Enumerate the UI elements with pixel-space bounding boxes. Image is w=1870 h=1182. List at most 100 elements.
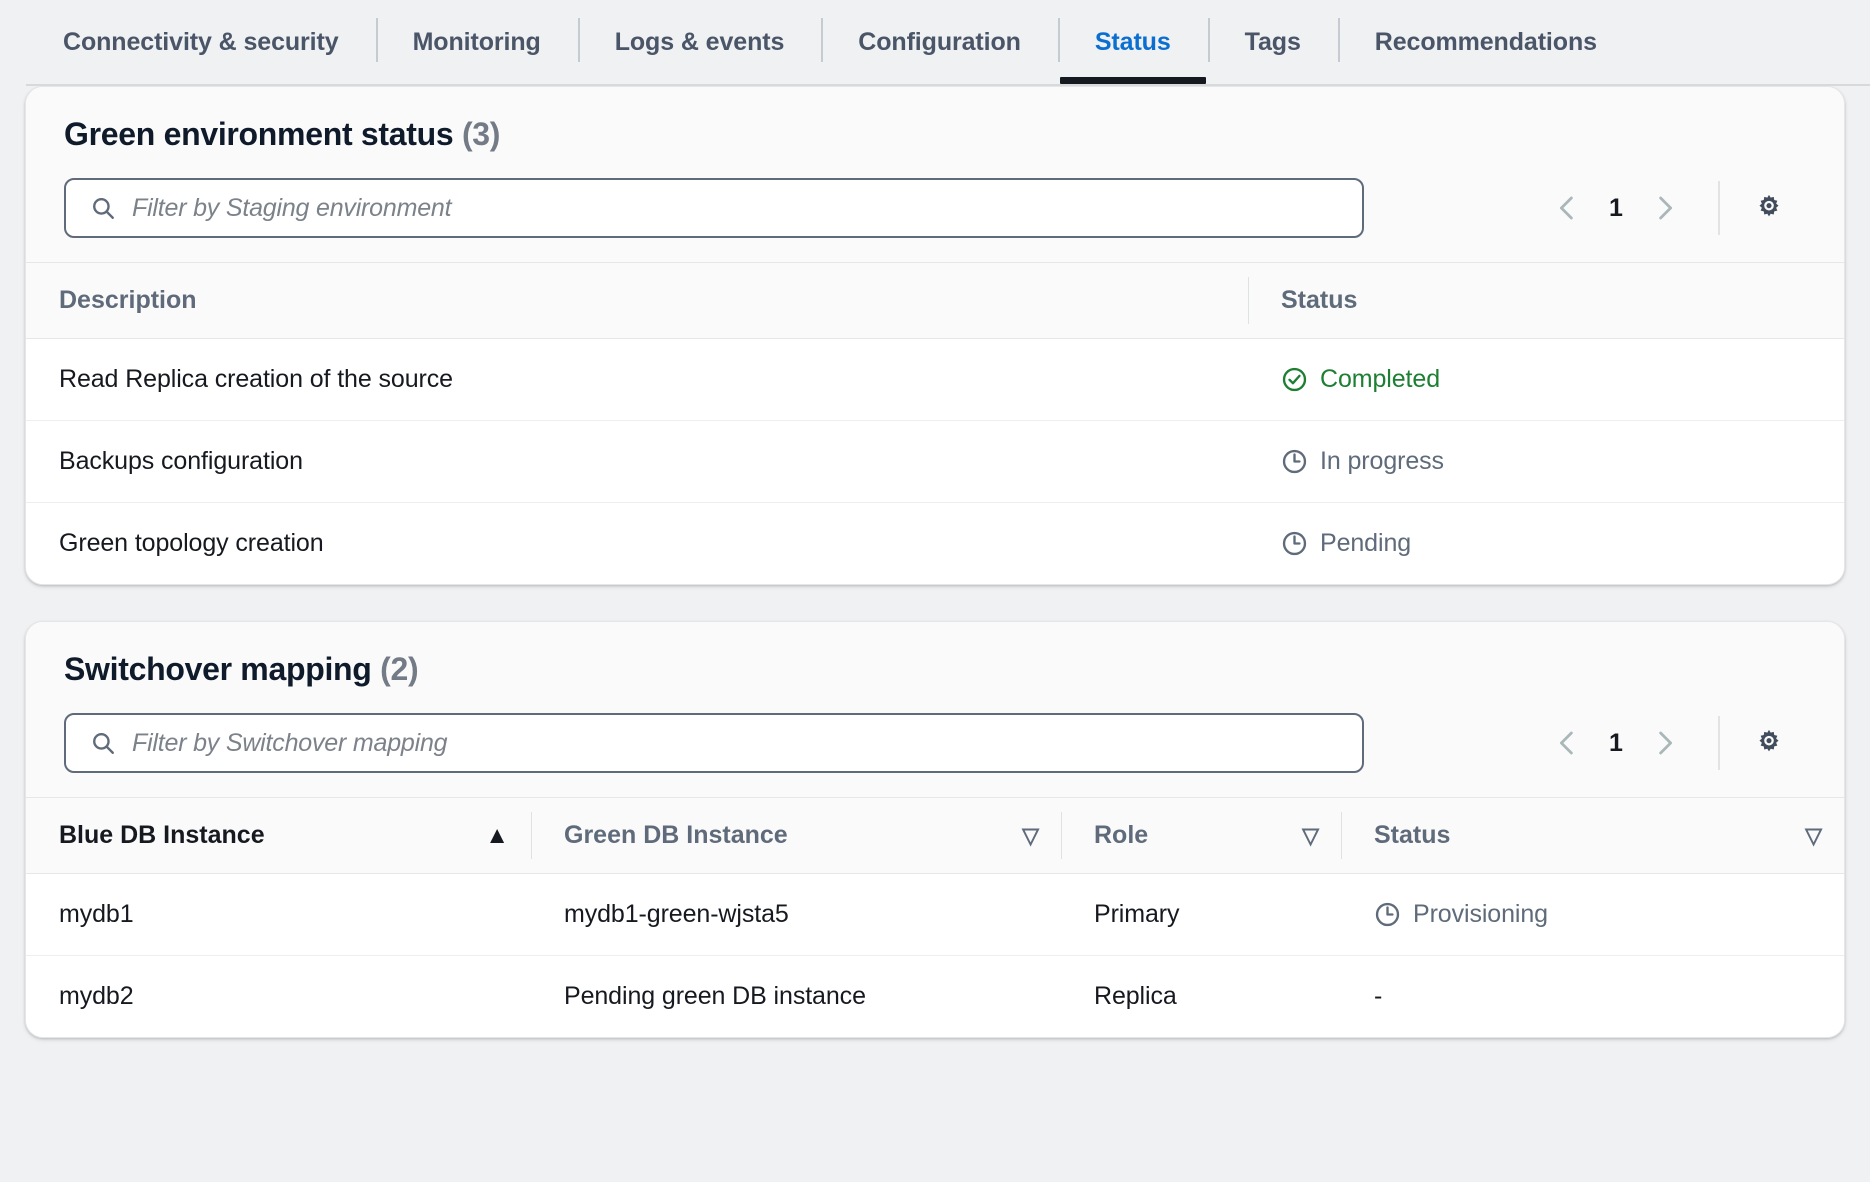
check-circle-icon [1281,366,1308,393]
tab-label: Connectivity & security [63,28,339,57]
chevron-right-icon [1650,728,1680,758]
pagination: 1 [1540,713,1806,773]
toolbar-divider [1718,716,1720,770]
card-title-text: Switchover mapping [64,651,372,687]
chevron-right-icon [1650,193,1680,223]
column-header-label: Role [1094,821,1148,850]
column-header-description[interactable]: Description [26,263,1248,339]
cell-green-db-instance: Pending green DB instance [531,956,1061,1038]
next-page-button[interactable] [1638,181,1692,235]
cell-blue-db-instance: mydb1 [26,874,531,956]
table-row: Green topology creation Pending [26,503,1844,585]
table-header-row: Blue DB Instance ▲ Green DB Instance ▽ R… [26,798,1844,874]
cell-status: Completed [1248,339,1844,421]
switchover-mapping-table: Blue DB Instance ▲ Green DB Instance ▽ R… [26,797,1844,1037]
column-header-green-db-instance[interactable]: Green DB Instance ▽ [531,798,1061,874]
table-preferences-button[interactable] [1742,181,1796,235]
tab-configuration[interactable]: Configuration [821,0,1058,84]
tab-bar-divider [26,84,1870,86]
page-number-1[interactable]: 1 [1594,194,1638,223]
card-title-count: (3) [462,116,500,152]
search-icon [90,730,116,756]
tab-bar: Connectivity & security Monitoring Logs … [0,0,1870,86]
search-icon [90,195,116,221]
search-placeholder: Filter by Staging environment [132,194,451,223]
tab-label: Status [1095,28,1171,57]
section-title: Switchover mapping (2) [64,652,1806,687]
toolbar-divider [1718,181,1720,235]
card-header: Switchover mapping (2) Filter by Switcho… [26,622,1844,797]
card-header: Green environment status (3) Filter by S… [26,87,1844,262]
cell-description: Backups configuration [26,421,1248,503]
column-header-blue-db-instance[interactable]: Blue DB Instance ▲ [26,798,531,874]
tab-logs-events[interactable]: Logs & events [578,0,822,84]
search-input[interactable]: Filter by Switchover mapping [64,713,1364,773]
cell-status: Pending [1248,503,1844,585]
gear-icon [1753,192,1785,224]
clock-icon [1281,448,1308,475]
sort-none-icon: ▽ [1302,825,1319,847]
card-title-text: Green environment status [64,116,453,152]
table-preferences-button[interactable] [1742,716,1796,770]
green-environment-status-card: Green environment status (3) Filter by S… [25,86,1845,585]
cell-blue-db-instance: mydb2 [26,956,531,1038]
tab-tags[interactable]: Tags [1208,0,1338,84]
cell-green-db-instance: mydb1-green-wjsta5 [531,874,1061,956]
clock-icon [1281,530,1308,557]
previous-page-button[interactable] [1540,716,1594,770]
status-badge: Pending [1320,529,1411,558]
status-badge: Completed [1320,365,1440,394]
sort-none-icon: ▽ [1022,825,1039,847]
table-row: mydb1 mydb1-green-wjsta5 Primary Provisi… [26,874,1844,956]
pagination: 1 [1540,178,1806,238]
tab-recommendations[interactable]: Recommendations [1338,0,1634,84]
tab-label: Monitoring [413,28,541,57]
search-placeholder: Filter by Switchover mapping [132,729,447,758]
status-badge: In progress [1320,447,1444,476]
clock-icon [1374,901,1401,928]
tab-connectivity-security[interactable]: Connectivity & security [26,0,376,84]
card-title-count: (2) [380,651,418,687]
column-header-status[interactable]: Status ▽ [1341,798,1844,874]
table-row: Read Replica creation of the source Comp… [26,339,1844,421]
search-input[interactable]: Filter by Staging environment [64,178,1364,238]
page-number-1[interactable]: 1 [1594,729,1638,758]
column-header-role[interactable]: Role ▽ [1061,798,1341,874]
cell-role: Primary [1061,874,1341,956]
sort-none-icon: ▽ [1805,825,1822,847]
cell-status: In progress [1248,421,1844,503]
cell-status: - [1341,956,1844,1038]
table-row: mydb2 Pending green DB instance Replica … [26,956,1844,1038]
previous-page-button[interactable] [1540,181,1594,235]
column-header-label: Description [59,286,197,315]
column-header-label: Status [1374,821,1450,850]
page-title: Green environment status (3) [64,117,1806,152]
column-header-label: Green DB Instance [564,821,788,850]
tab-monitoring[interactable]: Monitoring [376,0,578,84]
sort-ascending-icon: ▲ [485,824,509,848]
switchover-mapping-card: Switchover mapping (2) Filter by Switcho… [25,621,1845,1038]
chevron-left-icon [1552,728,1582,758]
tab-label: Recommendations [1375,28,1597,57]
tab-status[interactable]: Status [1058,0,1208,84]
cell-description: Read Replica creation of the source [26,339,1248,421]
tab-selected-underline [1060,77,1206,84]
card-spacer [0,585,1870,621]
cell-role: Replica [1061,956,1341,1038]
next-page-button[interactable] [1638,716,1692,770]
green-environment-status-table: Description Status Read Replica creation… [26,262,1844,584]
table-row: Backups configuration In progress [26,421,1844,503]
tab-label: Logs & events [615,28,785,57]
column-header-label: Blue DB Instance [59,821,265,850]
column-header-status[interactable]: Status [1248,263,1844,339]
status-badge: Provisioning [1413,900,1548,929]
table-tools-row: Filter by Staging environment 1 [64,178,1806,238]
tab-label: Configuration [858,28,1021,57]
cell-status: Provisioning [1341,874,1844,956]
table-header-row: Description Status [26,263,1844,339]
table-tools-row: Filter by Switchover mapping 1 [64,713,1806,773]
chevron-left-icon [1552,193,1582,223]
tab-label: Tags [1245,28,1301,57]
cell-description: Green topology creation [26,503,1248,585]
gear-icon [1753,727,1785,759]
